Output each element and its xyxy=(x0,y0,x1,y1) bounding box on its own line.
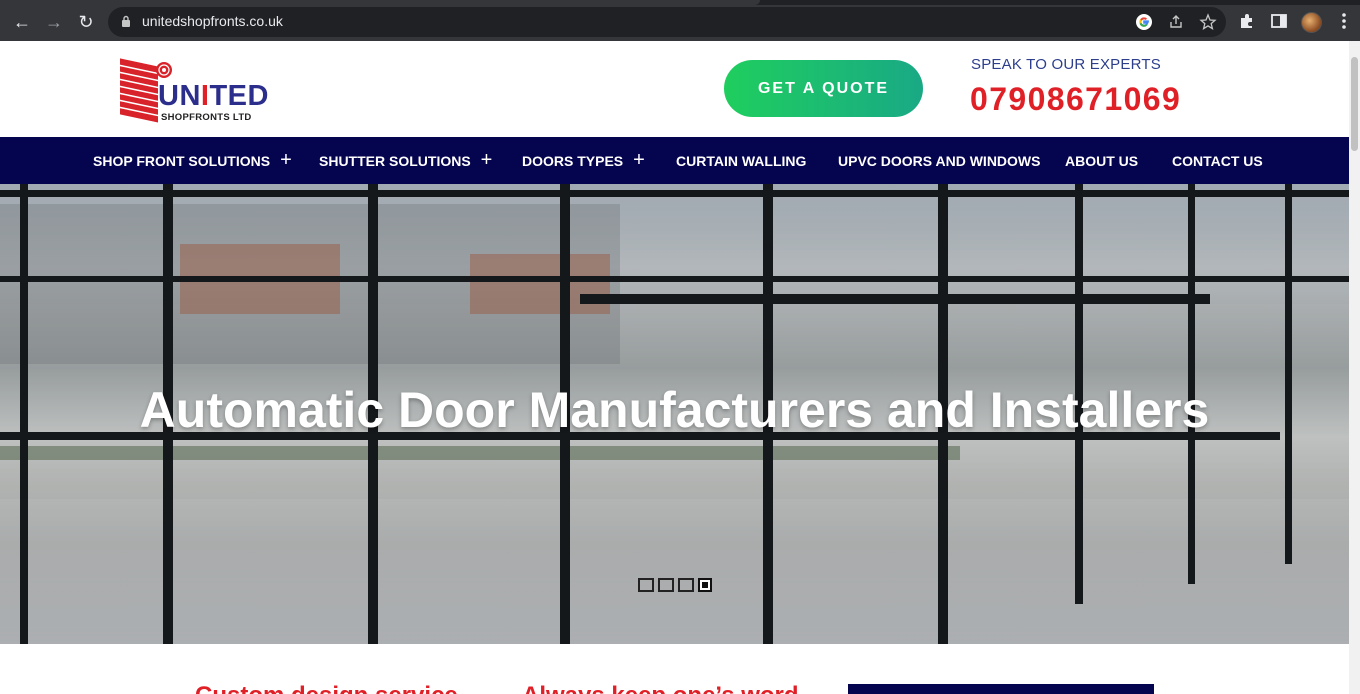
main-navigation: SHOP FRONT SOLUTIONS + SHUTTER SOLUTIONS +… xyxy=(0,137,1349,184)
nav-label: UPVC DOORS AND WINDOWS xyxy=(838,152,1041,169)
nav-shop-front-solutions[interactable]: SHOP FRONT SOLUTIONS + xyxy=(93,137,292,184)
extensions-icon[interactable] xyxy=(1237,11,1257,31)
nav-contact-us[interactable]: CONTACT US xyxy=(1172,137,1263,184)
share-icon[interactable] xyxy=(1167,13,1185,31)
google-icon[interactable] xyxy=(1135,13,1153,31)
nav-label: CONTACT US xyxy=(1172,152,1263,169)
side-panel-icon[interactable] xyxy=(1269,11,1289,31)
logo-word: UNITED xyxy=(158,80,269,112)
plus-icon[interactable]: + xyxy=(633,150,645,170)
nav-about-us[interactable]: ABOUT US xyxy=(1065,137,1138,184)
slider-dot-1[interactable] xyxy=(638,578,654,592)
nav-label: SHOP FRONT SOLUTIONS xyxy=(93,152,271,169)
scrollbar-thumb[interactable] xyxy=(1351,57,1358,151)
phone-number-link[interactable]: 07908671069 xyxy=(970,81,1181,118)
nav-label: SHUTTER SOLUTIONS xyxy=(319,152,471,169)
experts-label: SPEAK TO OUR EXPERTS xyxy=(971,56,1161,73)
plus-icon[interactable]: + xyxy=(481,150,493,170)
nav-upvc-doors-and-windows[interactable]: UPVC DOORS AND WINDOWS xyxy=(838,137,1040,184)
site-logo[interactable]: UNITED SHOPFRONTS LTD xyxy=(118,56,278,126)
hero-frame xyxy=(0,276,1349,282)
nav-doors-types[interactable]: DOORS TYPES + xyxy=(522,137,645,184)
slider-dot-3[interactable] xyxy=(678,578,694,592)
slider-pagination xyxy=(638,578,712,594)
feature-title: Always keep one’s word xyxy=(522,682,799,694)
logo-wordmark: UNITED xyxy=(158,80,269,113)
tab-strip xyxy=(0,0,1360,5)
forward-icon[interactable]: → xyxy=(42,10,66,34)
nav-label: CURTAIN WALLING xyxy=(676,152,807,169)
browser-toolbar: ← → ↻ unitedshopfronts.co.uk xyxy=(0,0,1360,41)
features-section: Custom design service Always keep one’s … xyxy=(0,644,1349,694)
lock-icon[interactable] xyxy=(121,15,131,27)
feature-panel xyxy=(848,684,1154,694)
webpage: UNITED SHOPFRONTS LTD GET A QUOTE SPEAK … xyxy=(0,41,1349,694)
slider-dot-4-active[interactable] xyxy=(698,578,712,592)
address-bar[interactable]: unitedshopfronts.co.uk xyxy=(108,7,1226,37)
back-icon[interactable]: ← xyxy=(10,10,34,34)
profile-avatar[interactable] xyxy=(1301,12,1322,33)
hero-frame xyxy=(0,190,1349,197)
plus-icon[interactable]: + xyxy=(280,150,292,170)
menu-kebab-icon[interactable] xyxy=(1334,11,1354,31)
page-scrollbar[interactable] xyxy=(1349,41,1360,694)
hero-title: Automatic Door Manufacturers and Install… xyxy=(139,382,1210,438)
logo-subtitle: SHOPFRONTS LTD xyxy=(161,112,252,123)
active-tab[interactable] xyxy=(0,0,760,5)
nav-shutter-solutions[interactable]: SHUTTER SOLUTIONS + xyxy=(319,137,492,184)
site-header: UNITED SHOPFRONTS LTD GET A QUOTE SPEAK … xyxy=(0,41,1349,137)
get-a-quote-button[interactable]: GET A QUOTE xyxy=(724,60,923,117)
nav-label: DOORS TYPES xyxy=(522,152,624,169)
nav-label: ABOUT US xyxy=(1065,152,1139,169)
bookmark-star-icon[interactable] xyxy=(1199,13,1217,31)
nav-curtain-walling[interactable]: CURTAIN WALLING xyxy=(676,137,806,184)
hero-slider[interactable]: Automatic Door Manufacturers and Install… xyxy=(0,184,1349,644)
slider-dot-2[interactable] xyxy=(658,578,674,592)
feature-title: Custom design service xyxy=(195,682,458,694)
hero-door-header xyxy=(580,294,1210,304)
logo-letter-i: I xyxy=(200,80,210,112)
url-text[interactable]: unitedshopfronts.co.uk xyxy=(142,13,283,29)
hero-frame xyxy=(1285,184,1292,564)
reload-icon[interactable]: ↻ xyxy=(74,10,98,34)
